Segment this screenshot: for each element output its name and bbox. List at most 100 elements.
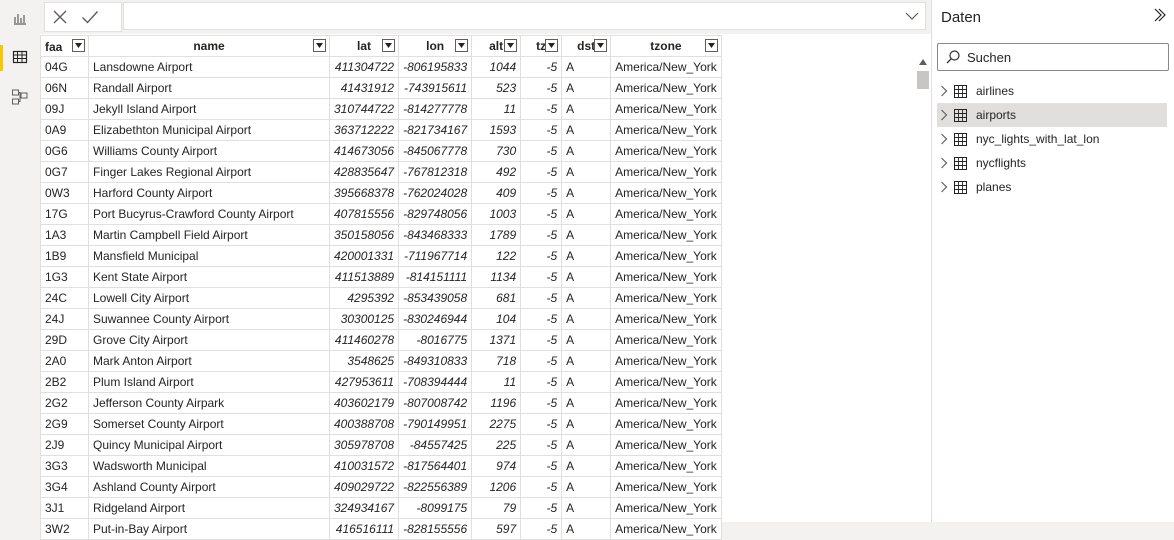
cell-name[interactable]: Jefferson County Airpark bbox=[88, 392, 330, 414]
model-view-button[interactable] bbox=[0, 81, 40, 115]
cell-lat[interactable]: 411304722 bbox=[328, 56, 400, 78]
cell-tzone[interactable]: America/New_York bbox=[610, 119, 722, 141]
cell-alt[interactable]: 1196 bbox=[471, 392, 522, 414]
cell-lon[interactable]: -8099175 bbox=[398, 497, 473, 519]
cell-lon[interactable]: -853439058 bbox=[398, 287, 473, 309]
cell-tzone[interactable]: America/New_York bbox=[610, 350, 722, 372]
cell-tz[interactable]: -5 bbox=[520, 245, 563, 267]
cell-faa[interactable]: 1G3 bbox=[40, 266, 89, 288]
cell-lat[interactable]: 407815556 bbox=[328, 203, 400, 225]
cell-alt[interactable]: 11 bbox=[471, 98, 522, 120]
cell-tzone[interactable]: America/New_York bbox=[610, 77, 722, 99]
scrollbar-thumb[interactable] bbox=[917, 71, 929, 89]
cell-tzone[interactable]: America/New_York bbox=[610, 329, 722, 351]
cell-tz[interactable]: -5 bbox=[520, 434, 563, 456]
cell-name[interactable]: Ashland County Airport bbox=[88, 476, 330, 498]
cell-lon[interactable]: -821734167 bbox=[398, 119, 473, 141]
cell-lat[interactable]: 403602179 bbox=[328, 392, 400, 414]
cell-tzone[interactable]: America/New_York bbox=[610, 455, 722, 477]
data-table-item-airlines[interactable]: airlines bbox=[937, 79, 1167, 103]
chevron-down-icon[interactable] bbox=[905, 10, 919, 25]
cell-tzone[interactable]: America/New_York bbox=[610, 203, 722, 225]
table-view-button[interactable] bbox=[0, 41, 40, 75]
cell-dst[interactable]: A bbox=[561, 140, 612, 162]
cell-tzone[interactable]: America/New_York bbox=[610, 161, 722, 183]
cell-tz[interactable]: -5 bbox=[520, 413, 563, 435]
chevron-right-icon[interactable] bbox=[940, 181, 954, 193]
cell-alt[interactable]: 104 bbox=[471, 308, 522, 330]
cell-tz[interactable]: -5 bbox=[520, 455, 563, 477]
cell-lon[interactable]: -806195833 bbox=[398, 56, 473, 78]
column-header-lon[interactable]: lon bbox=[398, 35, 473, 57]
cell-name[interactable]: Jekyll Island Airport bbox=[88, 98, 330, 120]
cell-alt[interactable]: 523 bbox=[471, 77, 522, 99]
cell-faa[interactable]: 0G6 bbox=[40, 140, 89, 162]
cell-lon[interactable]: -711967714 bbox=[398, 245, 473, 267]
cell-tzone[interactable]: America/New_York bbox=[610, 434, 722, 456]
cell-faa[interactable]: 24J bbox=[40, 308, 89, 330]
report-view-button[interactable] bbox=[0, 2, 40, 36]
cell-dst[interactable]: A bbox=[561, 476, 612, 498]
cell-lat[interactable]: 411513889 bbox=[328, 266, 400, 288]
cell-faa[interactable]: 29D bbox=[40, 329, 89, 351]
cell-faa[interactable]: 2G9 bbox=[40, 413, 89, 435]
commit-formula-button[interactable] bbox=[75, 3, 105, 31]
cell-faa[interactable]: 3J1 bbox=[40, 497, 89, 519]
chevron-right-icon[interactable] bbox=[940, 85, 954, 97]
chevron-right-icon[interactable] bbox=[940, 109, 954, 121]
column-filter-dropdown-icon[interactable] bbox=[382, 39, 396, 52]
search-input[interactable]: Suchen bbox=[937, 43, 1169, 71]
cell-alt[interactable]: 1044 bbox=[471, 56, 522, 78]
cell-dst[interactable]: A bbox=[561, 203, 612, 225]
cell-tz[interactable]: -5 bbox=[520, 140, 563, 162]
cell-dst[interactable]: A bbox=[561, 245, 612, 267]
column-header-tz[interactable]: tz bbox=[520, 35, 563, 57]
cell-lon[interactable]: -790149951 bbox=[398, 413, 473, 435]
cell-alt[interactable]: 2275 bbox=[471, 413, 522, 435]
vertical-scrollbar[interactable] bbox=[916, 55, 930, 522]
cell-lon[interactable]: -762024028 bbox=[398, 182, 473, 204]
cell-dst[interactable]: A bbox=[561, 119, 612, 141]
cell-lon[interactable]: -8016775 bbox=[398, 329, 473, 351]
cell-tzone[interactable]: America/New_York bbox=[610, 476, 722, 498]
cell-dst[interactable]: A bbox=[561, 77, 612, 99]
chevron-right-icon[interactable] bbox=[940, 133, 954, 145]
formula-input[interactable] bbox=[123, 2, 926, 30]
cell-tz[interactable]: -5 bbox=[520, 224, 563, 246]
cell-tz[interactable]: -5 bbox=[520, 350, 563, 372]
cell-dst[interactable]: A bbox=[561, 329, 612, 351]
collapse-pane-button[interactable] bbox=[1153, 8, 1167, 25]
cell-name[interactable]: Mark Anton Airport bbox=[88, 350, 330, 372]
cell-faa[interactable]: 2A0 bbox=[40, 350, 89, 372]
cell-name[interactable]: Elizabethton Municipal Airport bbox=[88, 119, 330, 141]
cell-faa[interactable]: 09J bbox=[40, 98, 89, 120]
cell-lon[interactable]: -843468333 bbox=[398, 224, 473, 246]
cell-alt[interactable]: 11 bbox=[471, 371, 522, 393]
cell-tzone[interactable]: America/New_York bbox=[610, 56, 722, 78]
data-table-item-planes[interactable]: planes bbox=[937, 175, 1167, 199]
cell-name[interactable]: Port Bucyrus-Crawford County Airport bbox=[88, 203, 330, 225]
cell-name[interactable]: Kent State Airport bbox=[88, 266, 330, 288]
cell-tz[interactable]: -5 bbox=[520, 266, 563, 288]
cell-tz[interactable]: -5 bbox=[520, 497, 563, 519]
cell-lon[interactable]: -767812318 bbox=[398, 161, 473, 183]
cell-tzone[interactable]: America/New_York bbox=[610, 392, 722, 414]
cell-name[interactable]: Somerset County Airport bbox=[88, 413, 330, 435]
column-filter-dropdown-icon[interactable] bbox=[704, 39, 718, 52]
cell-faa[interactable]: 1B9 bbox=[40, 245, 89, 267]
cell-faa[interactable]: 3G3 bbox=[40, 455, 89, 477]
cell-alt[interactable]: 1371 bbox=[471, 329, 522, 351]
cell-tz[interactable]: -5 bbox=[520, 56, 563, 78]
cell-alt[interactable]: 974 bbox=[471, 455, 522, 477]
data-table-item-airports[interactable]: airports bbox=[937, 103, 1167, 127]
cell-name[interactable]: Wadsworth Municipal bbox=[88, 455, 330, 477]
cell-faa[interactable]: 1A3 bbox=[40, 224, 89, 246]
column-header-alt[interactable]: alt bbox=[471, 35, 522, 57]
cell-alt[interactable]: 1789 bbox=[471, 224, 522, 246]
cell-name[interactable]: Plum Island Airport bbox=[88, 371, 330, 393]
cell-lon[interactable]: -830246944 bbox=[398, 308, 473, 330]
cell-lon[interactable]: -807008742 bbox=[398, 392, 473, 414]
cell-faa[interactable]: 2G2 bbox=[40, 392, 89, 414]
cell-faa[interactable]: 0G7 bbox=[40, 161, 89, 183]
cell-tzone[interactable]: America/New_York bbox=[610, 371, 722, 393]
